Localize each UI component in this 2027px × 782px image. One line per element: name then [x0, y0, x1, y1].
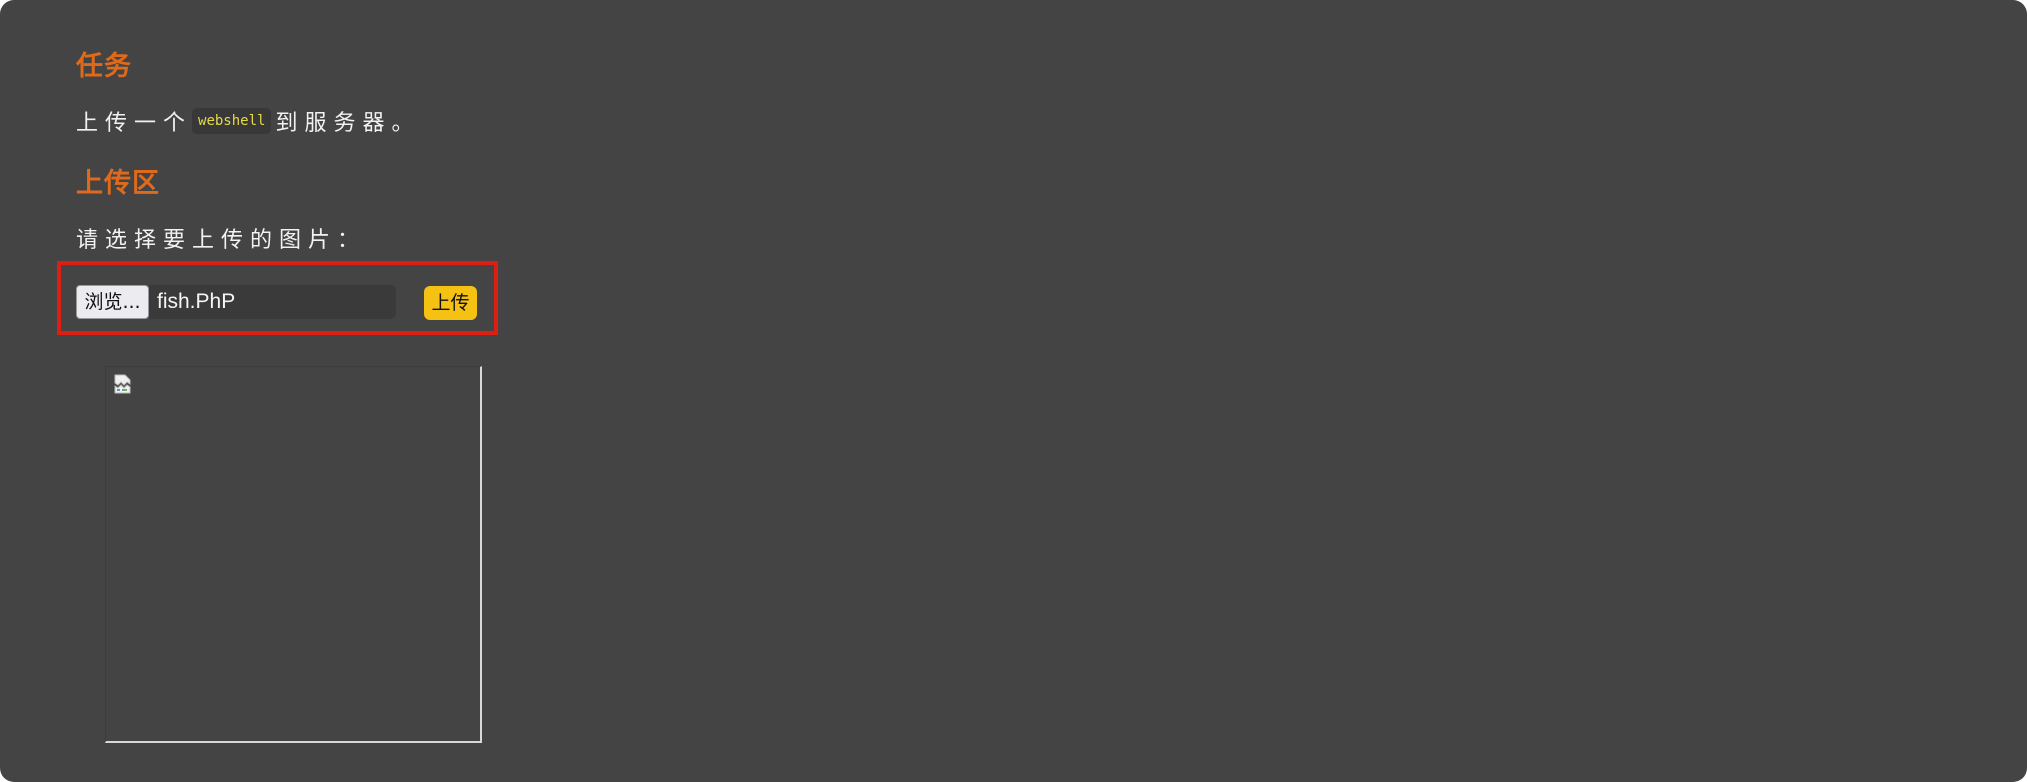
- task-text-after: 到服务器。: [275, 111, 421, 136]
- upload-button[interactable]: 上传: [424, 286, 477, 320]
- task-code: webshell: [192, 108, 272, 134]
- browse-button[interactable]: 浏览...: [76, 285, 149, 319]
- task-description: 上传一个 webshell 到服务器。: [76, 105, 420, 137]
- broken-image-icon: [114, 374, 131, 394]
- file-name-field[interactable]: fish.PhP: [149, 285, 396, 319]
- task-heading: 任务: [76, 51, 132, 82]
- upload-heading: 上传区: [76, 168, 160, 199]
- image-preview: [105, 366, 482, 743]
- page-panel: 任务 上传一个 webshell 到服务器。 上传区 请选择要上传的图片： 浏览..…: [0, 0, 2027, 782]
- upload-prompt: 请选择要上传的图片：: [76, 228, 367, 253]
- task-text-before: 上传一个: [76, 111, 193, 136]
